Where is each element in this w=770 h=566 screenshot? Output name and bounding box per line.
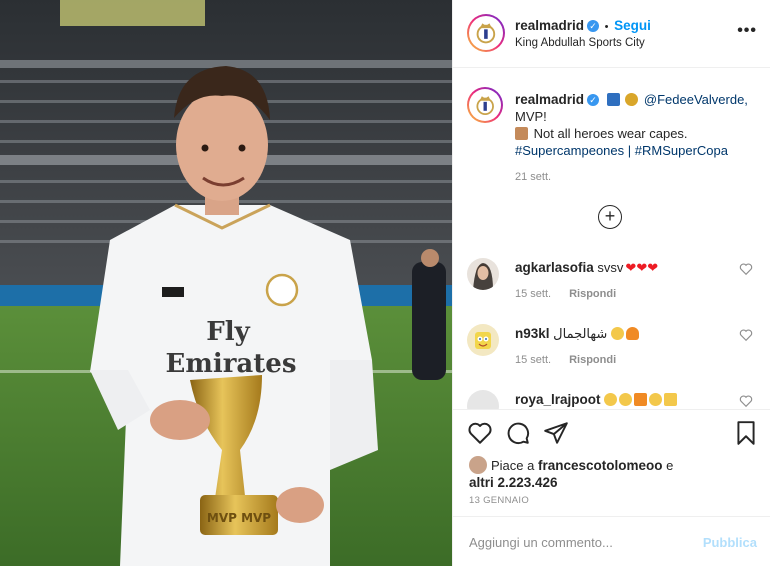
- comment-meta: 15 sett. Rispondi: [515, 288, 616, 300]
- comment-username[interactable]: n93kl: [515, 326, 550, 341]
- hashtag-divider: |: [627, 143, 632, 158]
- comment-body: roya_lrajpoot: [515, 392, 679, 407]
- post-date[interactable]: 13 GENNAIO: [469, 495, 529, 506]
- comment-icon[interactable]: [505, 420, 531, 446]
- sponsor-line-1: Fly: [206, 317, 250, 347]
- like-comment-heart-icon[interactable]: [739, 328, 753, 342]
- commenter-avatar[interactable]: [467, 324, 499, 356]
- commenter-avatar[interactable]: [467, 258, 499, 290]
- more-options-icon[interactable]: •••: [737, 22, 757, 40]
- fire-emoji-icon: [625, 327, 639, 340]
- comment-text: svsv: [597, 260, 624, 275]
- instagram-post: Fly Emirates MVP MVP realmadrid ✓ • Segu…: [0, 0, 770, 566]
- like-comment-heart-icon[interactable]: [739, 262, 753, 276]
- publish-button[interactable]: Pubblica: [703, 535, 757, 550]
- location-link[interactable]: King Abdullah Sports City: [515, 37, 645, 49]
- person-emoji-icon: [515, 127, 528, 140]
- likes-prefix: Piace a: [491, 458, 535, 473]
- blue-box-emoji-icon: [606, 93, 620, 106]
- comment-username[interactable]: roya_lrajpoot: [515, 392, 601, 407]
- post-header: realmadrid ✓ • Segui King Abdullah Sports…: [453, 0, 770, 68]
- likes-summary: Piace a francescotolomeoo e altri 2.223.…: [469, 456, 759, 491]
- commenter-avatar[interactable]: [467, 390, 499, 409]
- real-madrid-crest-icon: [476, 96, 494, 115]
- trophy-label: MVP MVP: [207, 511, 271, 525]
- comment-body: agkarlasofia svsv ❤❤❤: [515, 260, 658, 276]
- sponsor-line-2: Emirates: [166, 349, 297, 379]
- reply-button[interactable]: Rispondi: [569, 288, 616, 300]
- share-icon[interactable]: [543, 420, 569, 446]
- comment-username[interactable]: agkarlasofia: [515, 260, 594, 275]
- comments-scroll-area[interactable]: realmadrid ✓ @FedeeValverde, MVP! Not all…: [453, 69, 770, 409]
- comment-body: n93kl شهالجمال: [515, 326, 641, 342]
- face-emoji-icon: [649, 393, 663, 406]
- verified-badge-icon: ✓: [587, 20, 600, 32]
- hand-emoji-icon: [664, 393, 678, 406]
- heart-emojis: ❤❤❤: [625, 260, 659, 275]
- hashtag-supercampeones[interactable]: #Supercampeones: [515, 143, 624, 158]
- comment-input[interactable]: Aggiungi un commento...: [469, 535, 613, 550]
- author-avatar[interactable]: [467, 14, 505, 52]
- caption-avatar[interactable]: [467, 87, 503, 123]
- medal-emoji-icon: [625, 93, 639, 106]
- header-separator: •: [604, 21, 609, 33]
- caption-time[interactable]: 21 sett.: [515, 169, 755, 186]
- face-emoji-icon: [619, 393, 633, 406]
- fire-emoji-icon: [634, 393, 648, 406]
- liker-username[interactable]: francescotolomeoo: [538, 458, 663, 473]
- comment-meta: 15 sett. Rispondi: [515, 354, 616, 366]
- likes-suffix: e: [666, 458, 674, 473]
- post-photo[interactable]: Fly Emirates MVP MVP: [0, 0, 452, 566]
- comment-text: شهالجمال: [553, 326, 608, 341]
- caption-mention[interactable]: @FedeeValverde,: [644, 92, 748, 107]
- heart-icon[interactable]: [467, 420, 493, 446]
- comment-item: roya_lrajpoot: [467, 390, 767, 409]
- verified-badge-icon: ✓: [587, 94, 600, 106]
- comment-item: agkarlasofia svsv ❤❤❤ 15 sett. Rispondi: [467, 258, 767, 318]
- face-emoji-icon: [610, 327, 624, 340]
- side-panel: realmadrid ✓ • Segui King Abdullah Sports…: [452, 0, 770, 566]
- post-photo-illustration: Fly Emirates MVP MVP: [0, 0, 452, 566]
- caption-username[interactable]: realmadrid: [515, 92, 584, 107]
- comment-time[interactable]: 15 sett.: [515, 354, 551, 366]
- bookmark-icon[interactable]: [733, 420, 759, 446]
- liker-avatar[interactable]: [469, 456, 487, 474]
- add-comment-bar: Aggiungi un commento... Pubblica: [453, 516, 770, 566]
- post-actions: Piace a francescotolomeoo e altri 2.223.…: [453, 409, 770, 566]
- follow-button[interactable]: Segui: [614, 18, 651, 33]
- like-comment-heart-icon[interactable]: [739, 394, 753, 408]
- caption-line-3: Not all heroes wear capes.: [533, 126, 688, 141]
- comment-time[interactable]: 15 sett.: [515, 288, 551, 300]
- hashtag-rmsupercopa[interactable]: #RMSuperCopa: [635, 143, 728, 158]
- real-madrid-crest-icon: [476, 23, 496, 44]
- caption: realmadrid ✓ @FedeeValverde, MVP! Not all…: [515, 91, 755, 186]
- comment-item: n93kl شهالجمال 15 sett. Rispondi: [467, 324, 767, 384]
- header-title-line: realmadrid ✓ • Segui: [515, 18, 651, 33]
- load-more-comments-plus-circle-icon[interactable]: +: [598, 205, 622, 229]
- caption-line-2: MVP!: [515, 109, 547, 124]
- author-username[interactable]: realmadrid: [515, 18, 584, 33]
- sponge-avatar-icon: [475, 332, 491, 349]
- user-photo-icon: [473, 263, 493, 290]
- face-emoji-icon: [604, 393, 618, 406]
- likes-count-link[interactable]: altri 2.223.426: [469, 475, 558, 490]
- reply-button[interactable]: Rispondi: [569, 354, 616, 366]
